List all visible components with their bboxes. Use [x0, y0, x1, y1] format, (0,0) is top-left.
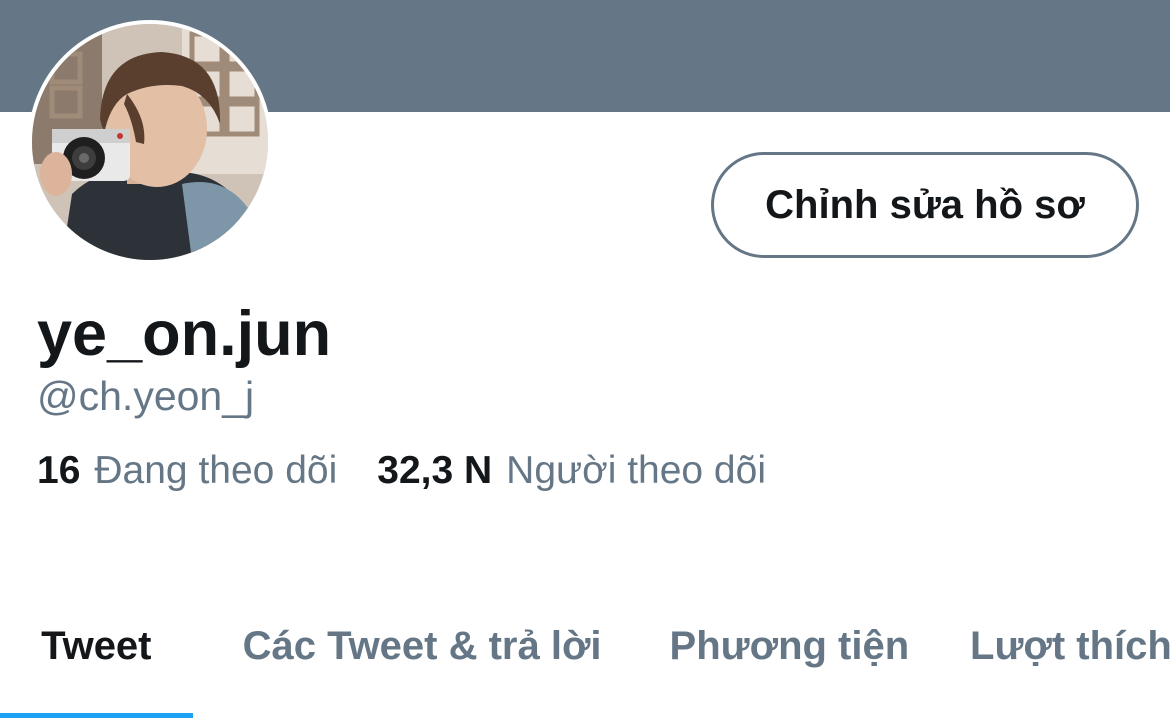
display-name: ye_on.jun — [37, 299, 332, 369]
profile-photo-icon — [32, 24, 268, 260]
profile-tabs: Tweet Các Tweet & trả lời Phương tiện Lư… — [0, 590, 1170, 718]
following-count: 16 — [37, 449, 81, 492]
followers-count: 32,3 N — [377, 449, 493, 492]
avatar[interactable] — [28, 20, 272, 264]
tab-tweets-and-replies[interactable]: Các Tweet & trả lời — [193, 590, 624, 718]
tab-likes[interactable]: Lượt thích — [970, 590, 1170, 718]
tab-media[interactable]: Phương tiện — [624, 590, 970, 718]
edit-profile-button[interactable]: Chỉnh sửa hồ sơ — [711, 152, 1139, 258]
followers-label: Người theo dõi — [506, 449, 766, 492]
following-label: Đang theo dõi — [94, 449, 338, 492]
profile-page: Chỉnh sửa hồ sơ ye_on.jun @ch.yeon_j 16 … — [0, 0, 1170, 718]
profile-stats: 16 Đang theo dõi 32,3 N Người theo dõi — [37, 446, 766, 496]
user-handle: @ch.yeon_j — [37, 373, 255, 419]
tab-tweets[interactable]: Tweet — [0, 590, 193, 718]
following-stat[interactable]: 16 Đang theo dõi — [37, 446, 337, 496]
followers-stat[interactable]: 32,3 N Người theo dõi — [377, 446, 766, 496]
